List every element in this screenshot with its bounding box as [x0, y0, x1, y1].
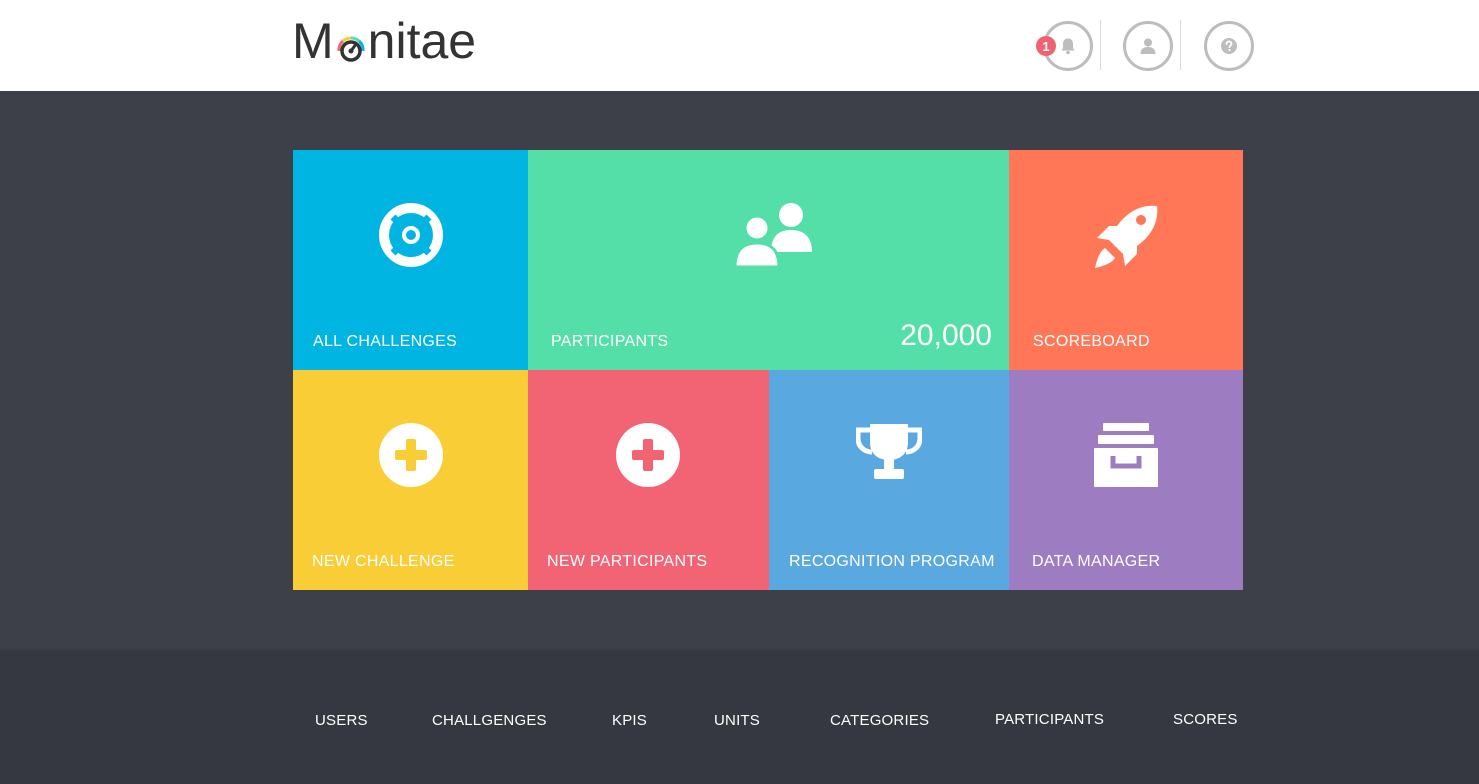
tile-label: PARTICIPANTS: [551, 333, 669, 350]
life-ring-icon: [379, 203, 443, 272]
rocket-icon: [1093, 204, 1159, 275]
gauge-icon: [335, 31, 367, 63]
tile-label: DATA MANAGER: [1032, 553, 1161, 570]
profile-button[interactable]: [1123, 21, 1173, 71]
help-button[interactable]: [1204, 21, 1254, 71]
footer-link-units[interactable]: UNITS: [714, 712, 760, 729]
tile-all-challenges[interactable]: ALL CHALLENGES: [293, 150, 528, 370]
footer-nav: USERS CHALLGENGES KPIS UNITS CATEGORIES …: [0, 650, 1479, 784]
bell-icon: [1059, 37, 1077, 55]
tile-new-challenge[interactable]: NEW CHALLENGE: [293, 370, 528, 590]
trophy-icon: [855, 422, 923, 485]
tile-data-manager[interactable]: DATA MANAGER: [1009, 370, 1243, 590]
footer-link-participants[interactable]: PARTICIPANTS: [995, 711, 1104, 728]
plus-circle-icon: [379, 423, 443, 492]
archive-icon: [1093, 422, 1159, 493]
tile-label: RECOGNITION PROGRAM: [789, 553, 995, 570]
users-icon: [733, 200, 815, 273]
user-icon: [1139, 37, 1157, 55]
footer-link-users[interactable]: USERS: [315, 712, 368, 729]
footer-link-kpis[interactable]: KPIS: [612, 712, 647, 729]
logo-text-end: nitae: [367, 13, 477, 69]
tile-label: NEW CHALLENGE: [312, 553, 455, 570]
footer-link-challenges[interactable]: CHALLGENGES: [432, 712, 547, 729]
tile-new-participants[interactable]: NEW PARTICIPANTS: [528, 370, 769, 590]
tile-label: ALL CHALLENGES: [313, 333, 458, 350]
plus-circle-icon: [616, 423, 680, 492]
tile-label: SCOREBOARD: [1033, 333, 1150, 350]
question-icon: [1220, 37, 1238, 55]
logo-text-start: M: [292, 13, 334, 69]
tile-participants[interactable]: PARTICIPANTS 20,000: [528, 150, 1009, 370]
tile-recognition-program[interactable]: RECOGNITION PROGRAM: [769, 370, 1009, 590]
app-logo[interactable]: M nitae: [292, 14, 476, 68]
header-divider: [1100, 20, 1101, 70]
header-divider: [1180, 20, 1181, 70]
notification-badge: 1: [1036, 36, 1056, 56]
top-bar: M nitae 1: [0, 0, 1479, 91]
participants-count: 20,000: [900, 319, 992, 352]
footer-link-scores[interactable]: SCORES: [1173, 711, 1238, 728]
tile-scoreboard[interactable]: SCOREBOARD: [1009, 150, 1243, 370]
footer-link-categories[interactable]: CATEGORIES: [830, 712, 929, 729]
tile-label: NEW PARTICIPANTS: [547, 553, 708, 570]
